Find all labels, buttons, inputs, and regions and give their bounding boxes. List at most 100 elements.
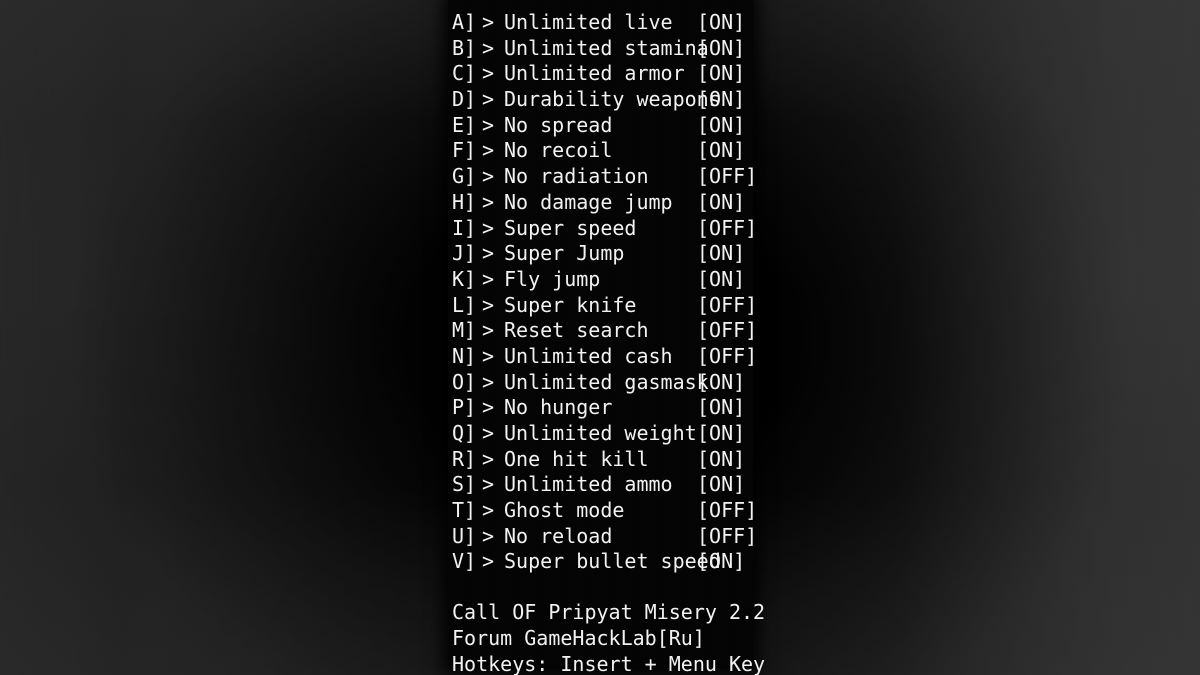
chevron-right-icon: >	[482, 549, 495, 574]
screenshot-root: A] > Unlimited live [ON] B] > Unlimited stam…	[0, 0, 1200, 675]
cheat-row-u[interactable]: U] > No reload [OFF]	[448, 523, 757, 550]
chevron-right-icon: >	[482, 266, 495, 291]
chevron-right-icon: >	[482, 189, 495, 214]
status-badge[interactable]: [ON]	[697, 370, 745, 396]
cheat-key-label: V]	[452, 549, 477, 574]
cheat-row-i[interactable]: I] > Super speed [OFF]	[448, 215, 757, 242]
status-badge[interactable]: [ON]	[697, 421, 745, 447]
cheat-list: A] > Unlimited live [ON] B] > Unlimited stam…	[448, 10, 757, 575]
cheat-row-p[interactable]: P] > No hunger [ON]	[448, 395, 753, 421]
chevron-right-icon: >	[482, 164, 495, 189]
cheat-label: Reset search	[504, 318, 649, 343]
cheat-label: No damage jump	[504, 189, 673, 214]
status-badge[interactable]: [ON]	[697, 138, 745, 164]
status-badge[interactable]: [OFF]	[697, 344, 757, 370]
cheat-label: Fly jump	[504, 266, 601, 291]
cheat-key-label: T]	[452, 498, 477, 523]
cheat-label: Unlimited armor	[504, 61, 685, 86]
cheat-row-t[interactable]: T] > Ghost mode [OFF]	[448, 498, 757, 524]
status-badge[interactable]: [OFF]	[697, 524, 757, 550]
cheat-row-v[interactable]: V] > Super bullet speed [ON]	[448, 549, 753, 575]
status-badge[interactable]: [ON]	[697, 472, 745, 498]
cheat-row-q[interactable]: Q] > Unlimited weight [ON]	[448, 421, 753, 447]
cheat-row-o[interactable]: O] > Unlimited gasmask [ON]	[448, 370, 753, 396]
cheat-trainer-panel: A] > Unlimited live [ON] B] > Unlimited stam…	[448, 0, 765, 675]
status-badge[interactable]: [ON]	[697, 190, 745, 216]
chevron-right-icon: >	[482, 35, 495, 60]
chevron-right-icon: >	[482, 343, 495, 368]
cheat-label: Super speed	[504, 215, 637, 240]
cheat-key-label: B]	[452, 35, 477, 60]
status-badge[interactable]: [ON]	[697, 87, 745, 113]
cheat-key-label: S]	[452, 472, 477, 497]
cheat-key-label: J]	[452, 241, 477, 266]
chevron-right-icon: >	[482, 241, 495, 266]
cheat-row-r[interactable]: R] > One hit kill [ON]	[448, 447, 753, 473]
cheat-row-j[interactable]: J] > Super Jump [ON]	[448, 241, 753, 267]
cheat-row-b[interactable]: B] > Unlimited stamina [ON]	[448, 36, 753, 62]
status-badge[interactable]: [ON]	[697, 10, 745, 36]
status-badge[interactable]: [OFF]	[697, 164, 757, 190]
status-badge[interactable]: [OFF]	[697, 318, 757, 344]
cheat-key-label: N]	[452, 343, 477, 368]
status-badge[interactable]: [OFF]	[697, 498, 757, 524]
background-right-highlight	[900, 0, 1200, 675]
footer-forum: Forum GameHackLab[Ru]	[452, 625, 705, 650]
footer-hotkeys: Hotkeys: Insert + Menu Key	[452, 651, 766, 675]
chevron-right-icon: >	[482, 446, 495, 471]
status-badge[interactable]: [ON]	[697, 241, 745, 267]
cheat-label: Unlimited cash	[504, 343, 673, 368]
chevron-right-icon: >	[482, 61, 495, 86]
status-badge[interactable]: [ON]	[697, 447, 745, 473]
cheat-key-label: R]	[452, 446, 477, 471]
cheat-label: No spread	[504, 112, 613, 137]
cheat-key-label: C]	[452, 61, 477, 86]
cheat-label: Super Jump	[504, 241, 625, 266]
cheat-row-k[interactable]: K] > Fly jump [ON]	[448, 267, 753, 293]
status-badge[interactable]: [OFF]	[697, 293, 757, 319]
cheat-key-label: U]	[452, 523, 477, 548]
chevron-right-icon: >	[482, 112, 495, 137]
cheat-key-label: P]	[452, 395, 477, 420]
status-badge[interactable]: [ON]	[697, 267, 745, 293]
cheat-key-label: G]	[452, 164, 477, 189]
cheat-label: No reload	[504, 523, 613, 548]
chevron-right-icon: >	[482, 318, 495, 343]
cheat-row-e[interactable]: E] > No spread [ON]	[448, 113, 753, 139]
cheat-key-label: E]	[452, 112, 477, 137]
cheat-label: Unlimited stamina	[504, 35, 709, 60]
cheat-key-label: A]	[452, 10, 477, 34]
cheat-label: Unlimited live	[504, 10, 673, 34]
status-badge[interactable]: [ON]	[697, 61, 745, 87]
cheat-row-d[interactable]: D] > Durability weapons [ON]	[448, 87, 753, 113]
cheat-key-label: I]	[452, 215, 477, 240]
cheat-key-label: M]	[452, 318, 477, 343]
chevron-right-icon: >	[482, 369, 495, 394]
chevron-right-icon: >	[482, 87, 495, 112]
status-badge[interactable]: [ON]	[697, 549, 745, 575]
footer-game-title: Call OF Pripyat Misery 2.2	[452, 600, 766, 625]
cheat-row-c[interactable]: C] > Unlimited armor [ON]	[448, 61, 753, 87]
status-badge[interactable]: [OFF]	[697, 216, 757, 242]
panel-content: A] > Unlimited live [ON] B] > Unlimited stam…	[448, 10, 766, 675]
cheat-label: No radiation	[504, 164, 649, 189]
chevron-right-icon: >	[482, 10, 495, 34]
status-badge[interactable]: [ON]	[697, 36, 745, 62]
cheat-row-g[interactable]: G] > No radiation [OFF]	[448, 164, 757, 190]
cheat-label: Durability weapons	[504, 87, 721, 112]
chevron-right-icon: >	[482, 292, 495, 317]
cheat-row-a[interactable]: A] > Unlimited live [ON]	[448, 10, 753, 36]
cheat-row-h[interactable]: H] > No damage jump [ON]	[448, 190, 753, 216]
cheat-key-label: F]	[452, 138, 477, 163]
status-badge[interactable]: [ON]	[697, 395, 745, 421]
cheat-row-m[interactable]: M] > Reset search [OFF]	[448, 318, 757, 344]
chevron-right-icon: >	[482, 421, 495, 445]
cheat-row-l[interactable]: L] > Super knife [OFF]	[448, 292, 757, 319]
chevron-right-icon: >	[482, 523, 495, 548]
cheat-row-f[interactable]: F] > No recoil [ON]	[448, 138, 753, 164]
cheat-row-s[interactable]: S] > Unlimited ammo [ON]	[448, 472, 753, 498]
cheat-label: No hunger	[504, 395, 613, 420]
cheat-label: Unlimited ammo	[504, 472, 673, 497]
status-badge[interactable]: [ON]	[697, 113, 745, 139]
cheat-row-n[interactable]: N] > Unlimited cash [OFF]	[448, 343, 757, 370]
